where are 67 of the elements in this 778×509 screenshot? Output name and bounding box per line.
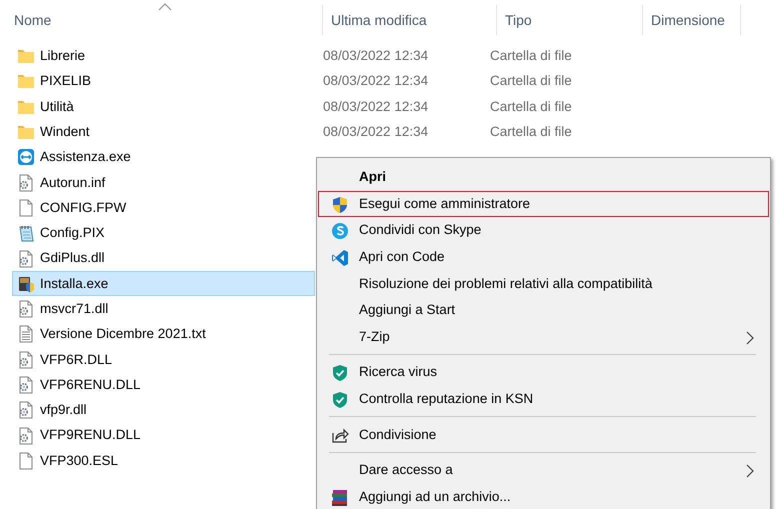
menu-item[interactable]: Risoluzione dei problemi relativi alla compatibilità (318, 270, 769, 297)
file-type: Cartella di file (489, 122, 573, 141)
menu-item[interactable]: Apri (318, 164, 769, 191)
settings-file-icon (17, 376, 35, 394)
file-type: Cartella di file (489, 47, 573, 66)
file-item[interactable]: VFP6R.DLL (12, 347, 315, 372)
settings-file-icon (17, 401, 35, 420)
file-item[interactable]: VFP6RENU.DLL (12, 372, 315, 398)
file-item[interactable]: GdiPlus.dll (12, 246, 315, 272)
file-item[interactable]: vfp9r.dll (12, 398, 315, 423)
date-modified: 08/03/2022 12:34 (322, 72, 430, 90)
menu-item[interactable]: Apri con Code (318, 244, 769, 270)
settings-file-icon (17, 174, 35, 192)
date-modified: 08/03/2022 12:34 (322, 98, 430, 116)
blank-file-icon (17, 198, 35, 217)
file-item[interactable]: Config.PIX (12, 220, 315, 246)
file-item[interactable]: Versione Dicembre 2021.txt (12, 322, 315, 348)
shield-check-icon (331, 390, 349, 409)
file-type: Cartella di file (489, 72, 573, 90)
file-type: Cartella di file (489, 98, 573, 116)
installer-icon (17, 274, 35, 293)
settings-file-icon (17, 426, 35, 445)
column-header[interactable]: Nome (0, 0, 323, 40)
menu-item[interactable]: Ricerca virus (318, 359, 769, 386)
menu-item[interactable]: Esegui come amministratore (318, 190, 769, 218)
folder-icon (17, 123, 35, 142)
column-header[interactable]: Dimensione (643, 0, 741, 40)
file-item[interactable]: VFP300.ESL (12, 448, 315, 474)
file-item[interactable]: CONFIG.FPW (12, 195, 315, 221)
file-item[interactable]: Assistenza.exe (12, 144, 315, 170)
notepad-icon (17, 224, 35, 242)
skype-icon (331, 222, 349, 240)
settings-file-icon (17, 300, 35, 318)
chevron-right-icon (746, 330, 754, 345)
blank-file-icon (17, 452, 35, 470)
remote-app-icon (17, 148, 35, 166)
menu-item[interactable]: Dare accesso a (318, 456, 769, 484)
column-header[interactable]: Tipo (497, 0, 643, 40)
date-modified: 08/03/2022 12:34 (322, 122, 430, 141)
menu-item[interactable]: Condivisione (318, 421, 769, 448)
books-icon (331, 488, 349, 507)
chevron-right-icon (746, 464, 754, 478)
file-item[interactable]: PIXELIB (12, 68, 315, 94)
code-editor-icon (331, 248, 349, 267)
menu-item[interactable]: 7-Zip (318, 324, 769, 350)
settings-file-icon (17, 250, 35, 268)
share-icon (331, 426, 349, 444)
folder-icon (17, 47, 35, 66)
menu-item[interactable]: Aggiungi a Start (318, 296, 769, 324)
menu-item[interactable]: Aggiungi ad un archivio... (318, 484, 769, 509)
menu-item[interactable]: Controlla reputazione in KSN (318, 386, 769, 412)
folder-icon (17, 72, 35, 90)
file-item[interactable]: VFP9RENU.DLL (12, 422, 315, 448)
sort-up-icon (158, 2, 172, 11)
file-item[interactable]: Autorun.inf (12, 170, 315, 196)
text-file-icon (17, 325, 35, 344)
settings-file-icon (17, 350, 35, 369)
date-modified: 08/03/2022 12:34 (322, 47, 430, 66)
file-item[interactable]: msvcr71.dll (12, 296, 315, 322)
file-item[interactable]: Utilità (12, 94, 315, 120)
menu-item[interactable]: Condividi con Skype (318, 217, 769, 244)
column-header[interactable]: Ultima modifica (323, 0, 497, 40)
file-item[interactable]: Installa.exe (12, 271, 315, 296)
file-item[interactable]: Librerie (12, 44, 315, 69)
shield-icon (331, 196, 349, 214)
shield-check-icon (331, 364, 349, 382)
file-item[interactable]: Windent (12, 119, 315, 145)
